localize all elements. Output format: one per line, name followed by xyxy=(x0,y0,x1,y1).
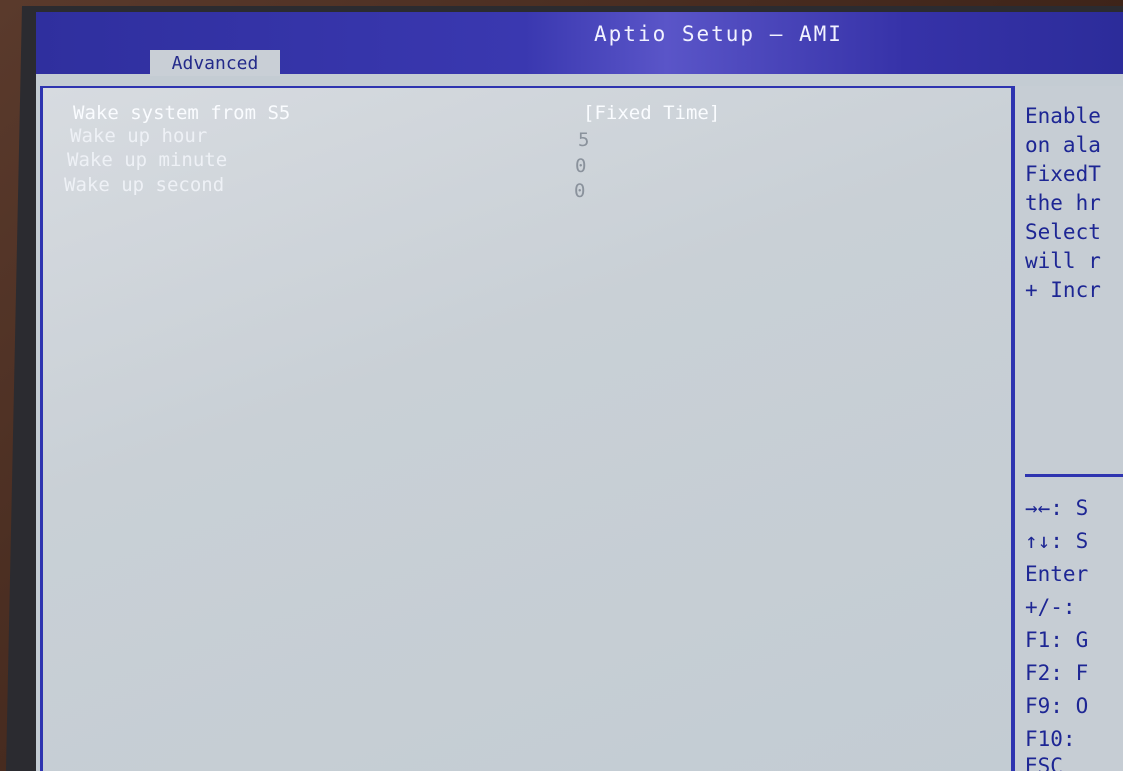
help-divider xyxy=(1025,474,1123,477)
key-legend-line: ↑↓: S xyxy=(1025,529,1089,553)
setting-row-wake-system-from-s5[interactable]: Wake system from S5 [Fixed Time] xyxy=(73,102,793,126)
bios-screen: Aptio Setup – AMI Advanced Wake system f… xyxy=(36,12,1123,771)
key-legend-line: F2: F xyxy=(1025,661,1089,685)
setting-value[interactable]: 0 xyxy=(574,180,585,202)
key-legend-line: Enter xyxy=(1025,562,1089,586)
key-legend-line: +/-: xyxy=(1025,595,1076,619)
help-text-line: FixedT xyxy=(1025,162,1101,186)
key-legend-line: F10: xyxy=(1025,727,1076,751)
setting-value[interactable]: 5 xyxy=(578,129,589,151)
key-legend-line: F9: O xyxy=(1025,694,1089,718)
key-legend-line: F1: G xyxy=(1025,628,1089,652)
bios-title: Aptio Setup – AMI xyxy=(594,22,843,46)
help-sidebar: Enable on ala FixedT the hr Select will … xyxy=(1011,86,1123,771)
setting-label: Wake up hour xyxy=(70,125,208,147)
help-text-line: the hr xyxy=(1025,191,1101,215)
help-text-line: on ala xyxy=(1025,133,1101,157)
help-text-line: + Incr xyxy=(1025,278,1101,302)
setting-row-wake-up-minute[interactable]: Wake up minute 0 xyxy=(67,149,787,177)
tab-advanced[interactable]: Advanced xyxy=(150,50,280,76)
setting-value[interactable]: [Fixed Time] xyxy=(583,102,720,124)
bios-header: Aptio Setup – AMI Advanced xyxy=(36,12,1123,76)
setting-row-wake-up-hour[interactable]: Wake up hour 5 xyxy=(70,125,790,151)
key-legend-line: ESC xyxy=(1025,754,1063,771)
help-text-line: Select xyxy=(1025,220,1101,244)
settings-panel: Wake system from S5 [Fixed Time] Wake up… xyxy=(40,86,1015,771)
setting-label: Wake up minute xyxy=(67,149,228,171)
setting-row-wake-up-second[interactable]: Wake up second 0 xyxy=(64,174,784,202)
setting-label: Wake up second xyxy=(64,174,225,196)
key-legend-line: →←: S xyxy=(1025,496,1089,520)
help-text-line: Enable xyxy=(1025,104,1101,128)
help-text-line: will r xyxy=(1025,249,1101,273)
setting-label: Wake system from S5 xyxy=(73,102,291,124)
